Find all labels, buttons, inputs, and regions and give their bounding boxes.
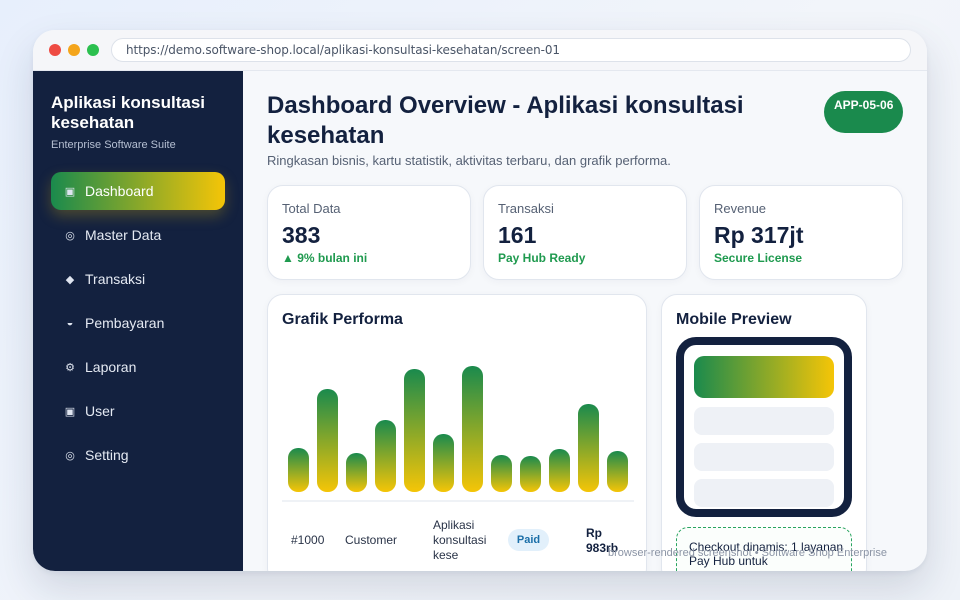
sidebar-item-master-data[interactable]: ◎ Master Data	[51, 216, 225, 254]
sidebar-item-label: Transaksi	[85, 271, 146, 287]
sidebar: Aplikasi konsultasi kesehatan Enterprise…	[33, 71, 243, 571]
status-badge: Paid	[508, 529, 549, 551]
minimize-window-button[interactable]	[68, 44, 80, 56]
page-title: Dashboard Overview - Aplikasi konsultasi…	[267, 92, 744, 149]
address-bar[interactable]: https://demo.software-shop.local/aplikas…	[111, 38, 911, 62]
sidebar-item-label: Pembayaran	[85, 315, 165, 331]
chart-bar-2	[317, 389, 338, 492]
half-circle-icon: ◒	[66, 317, 74, 329]
stat-value: Rp 317jt	[714, 222, 804, 248]
chart-bar-4	[375, 420, 396, 492]
brand-subtitle: Enterprise Software Suite	[51, 139, 176, 151]
phone-list-row	[694, 443, 834, 471]
sidebar-nav: ▣ Dashboard ◎ Master Data ◆ Transaksi ◒ …	[51, 172, 225, 480]
square-icon: ▣	[64, 405, 76, 418]
browser-window: https://demo.software-shop.local/aplikas…	[33, 30, 927, 571]
chart-bar-10	[549, 449, 570, 492]
dashboard-icon: ▣	[64, 185, 76, 198]
sidebar-item-user[interactable]: ▣ User	[51, 392, 225, 430]
sidebar-item-setting[interactable]: ◎ Setting	[51, 436, 225, 474]
sidebar-item-label: User	[85, 403, 115, 419]
row-product: Aplikasi konsultasi kese	[433, 518, 487, 562]
chart-bar-9	[520, 456, 541, 492]
chart-bar-8	[491, 455, 512, 492]
maximize-window-button[interactable]	[87, 44, 99, 56]
stat-card-transaksi: Transaksi 161 Pay Hub Ready	[483, 185, 687, 280]
row-id: #1000	[291, 533, 325, 547]
phone-list-row	[694, 479, 834, 507]
app-id-badge: APP-05-06	[824, 91, 903, 133]
phone-mockup	[676, 337, 852, 517]
performance-chart-card: Grafik Performa #1000 Customer Aplikasi …	[267, 294, 647, 571]
browser-titlebar: https://demo.software-shop.local/aplikas…	[33, 30, 927, 71]
chart-bar-11	[578, 404, 599, 492]
sidebar-item-pembayaran[interactable]: ◒ Pembayaran	[51, 304, 225, 342]
chart-bar-5	[404, 369, 425, 492]
stat-label: Total Data	[282, 201, 341, 216]
brand-title: Aplikasi konsultasi kesehatan	[51, 93, 205, 132]
stat-note: Secure License	[714, 251, 803, 265]
mobile-preview-card: Mobile Preview Checkout dinamis: 1 layan…	[661, 294, 867, 571]
sidebar-item-label: Laporan	[85, 359, 137, 375]
chart-bar-6	[433, 434, 454, 492]
diamond-icon: ◆	[65, 273, 75, 286]
stat-label: Transaksi	[498, 201, 554, 216]
phone-list-row	[694, 407, 834, 435]
stat-card-revenue: Revenue Rp 317jt Secure License	[699, 185, 903, 280]
chart-bars	[288, 366, 628, 492]
close-window-button[interactable]	[49, 44, 61, 56]
sidebar-item-label: Setting	[85, 447, 129, 463]
stat-card-total-data: Total Data 383 ▲ 9% bulan ini	[267, 185, 471, 280]
page-subtitle: Ringkasan bisnis, kartu statistik, aktiv…	[267, 153, 671, 168]
chart-bar-12	[607, 451, 628, 492]
gear-icon: ⚙	[65, 361, 75, 374]
stat-note: Pay Hub Ready	[498, 251, 586, 265]
sidebar-item-dashboard[interactable]: ▣ Dashboard	[51, 172, 225, 210]
sidebar-item-label: Master Data	[85, 227, 162, 243]
footer-note: browser-rendered screenshot • Software S…	[608, 547, 887, 559]
stat-note: ▲ 9% bulan ini	[282, 251, 368, 265]
chart-bar-1	[288, 448, 309, 492]
stat-value: 383	[282, 222, 321, 248]
sidebar-item-laporan[interactable]: ⚙ Laporan	[51, 348, 225, 386]
main-content: Dashboard Overview - Aplikasi konsultasi…	[243, 71, 927, 571]
chart-bar-3	[346, 453, 367, 492]
stat-label: Revenue	[714, 201, 767, 216]
sidebar-item-transaksi[interactable]: ◆ Transaksi	[51, 260, 225, 298]
chart-bar-7	[462, 366, 483, 492]
row-customer: Customer	[345, 533, 398, 547]
mobile-preview-title: Mobile Preview	[676, 311, 792, 328]
stat-value: 161	[498, 222, 537, 248]
phone-hero-banner	[694, 356, 834, 398]
sidebar-item-label: Dashboard	[85, 183, 154, 199]
target-icon: ◎	[65, 449, 75, 462]
target-icon: ◎	[65, 229, 75, 242]
